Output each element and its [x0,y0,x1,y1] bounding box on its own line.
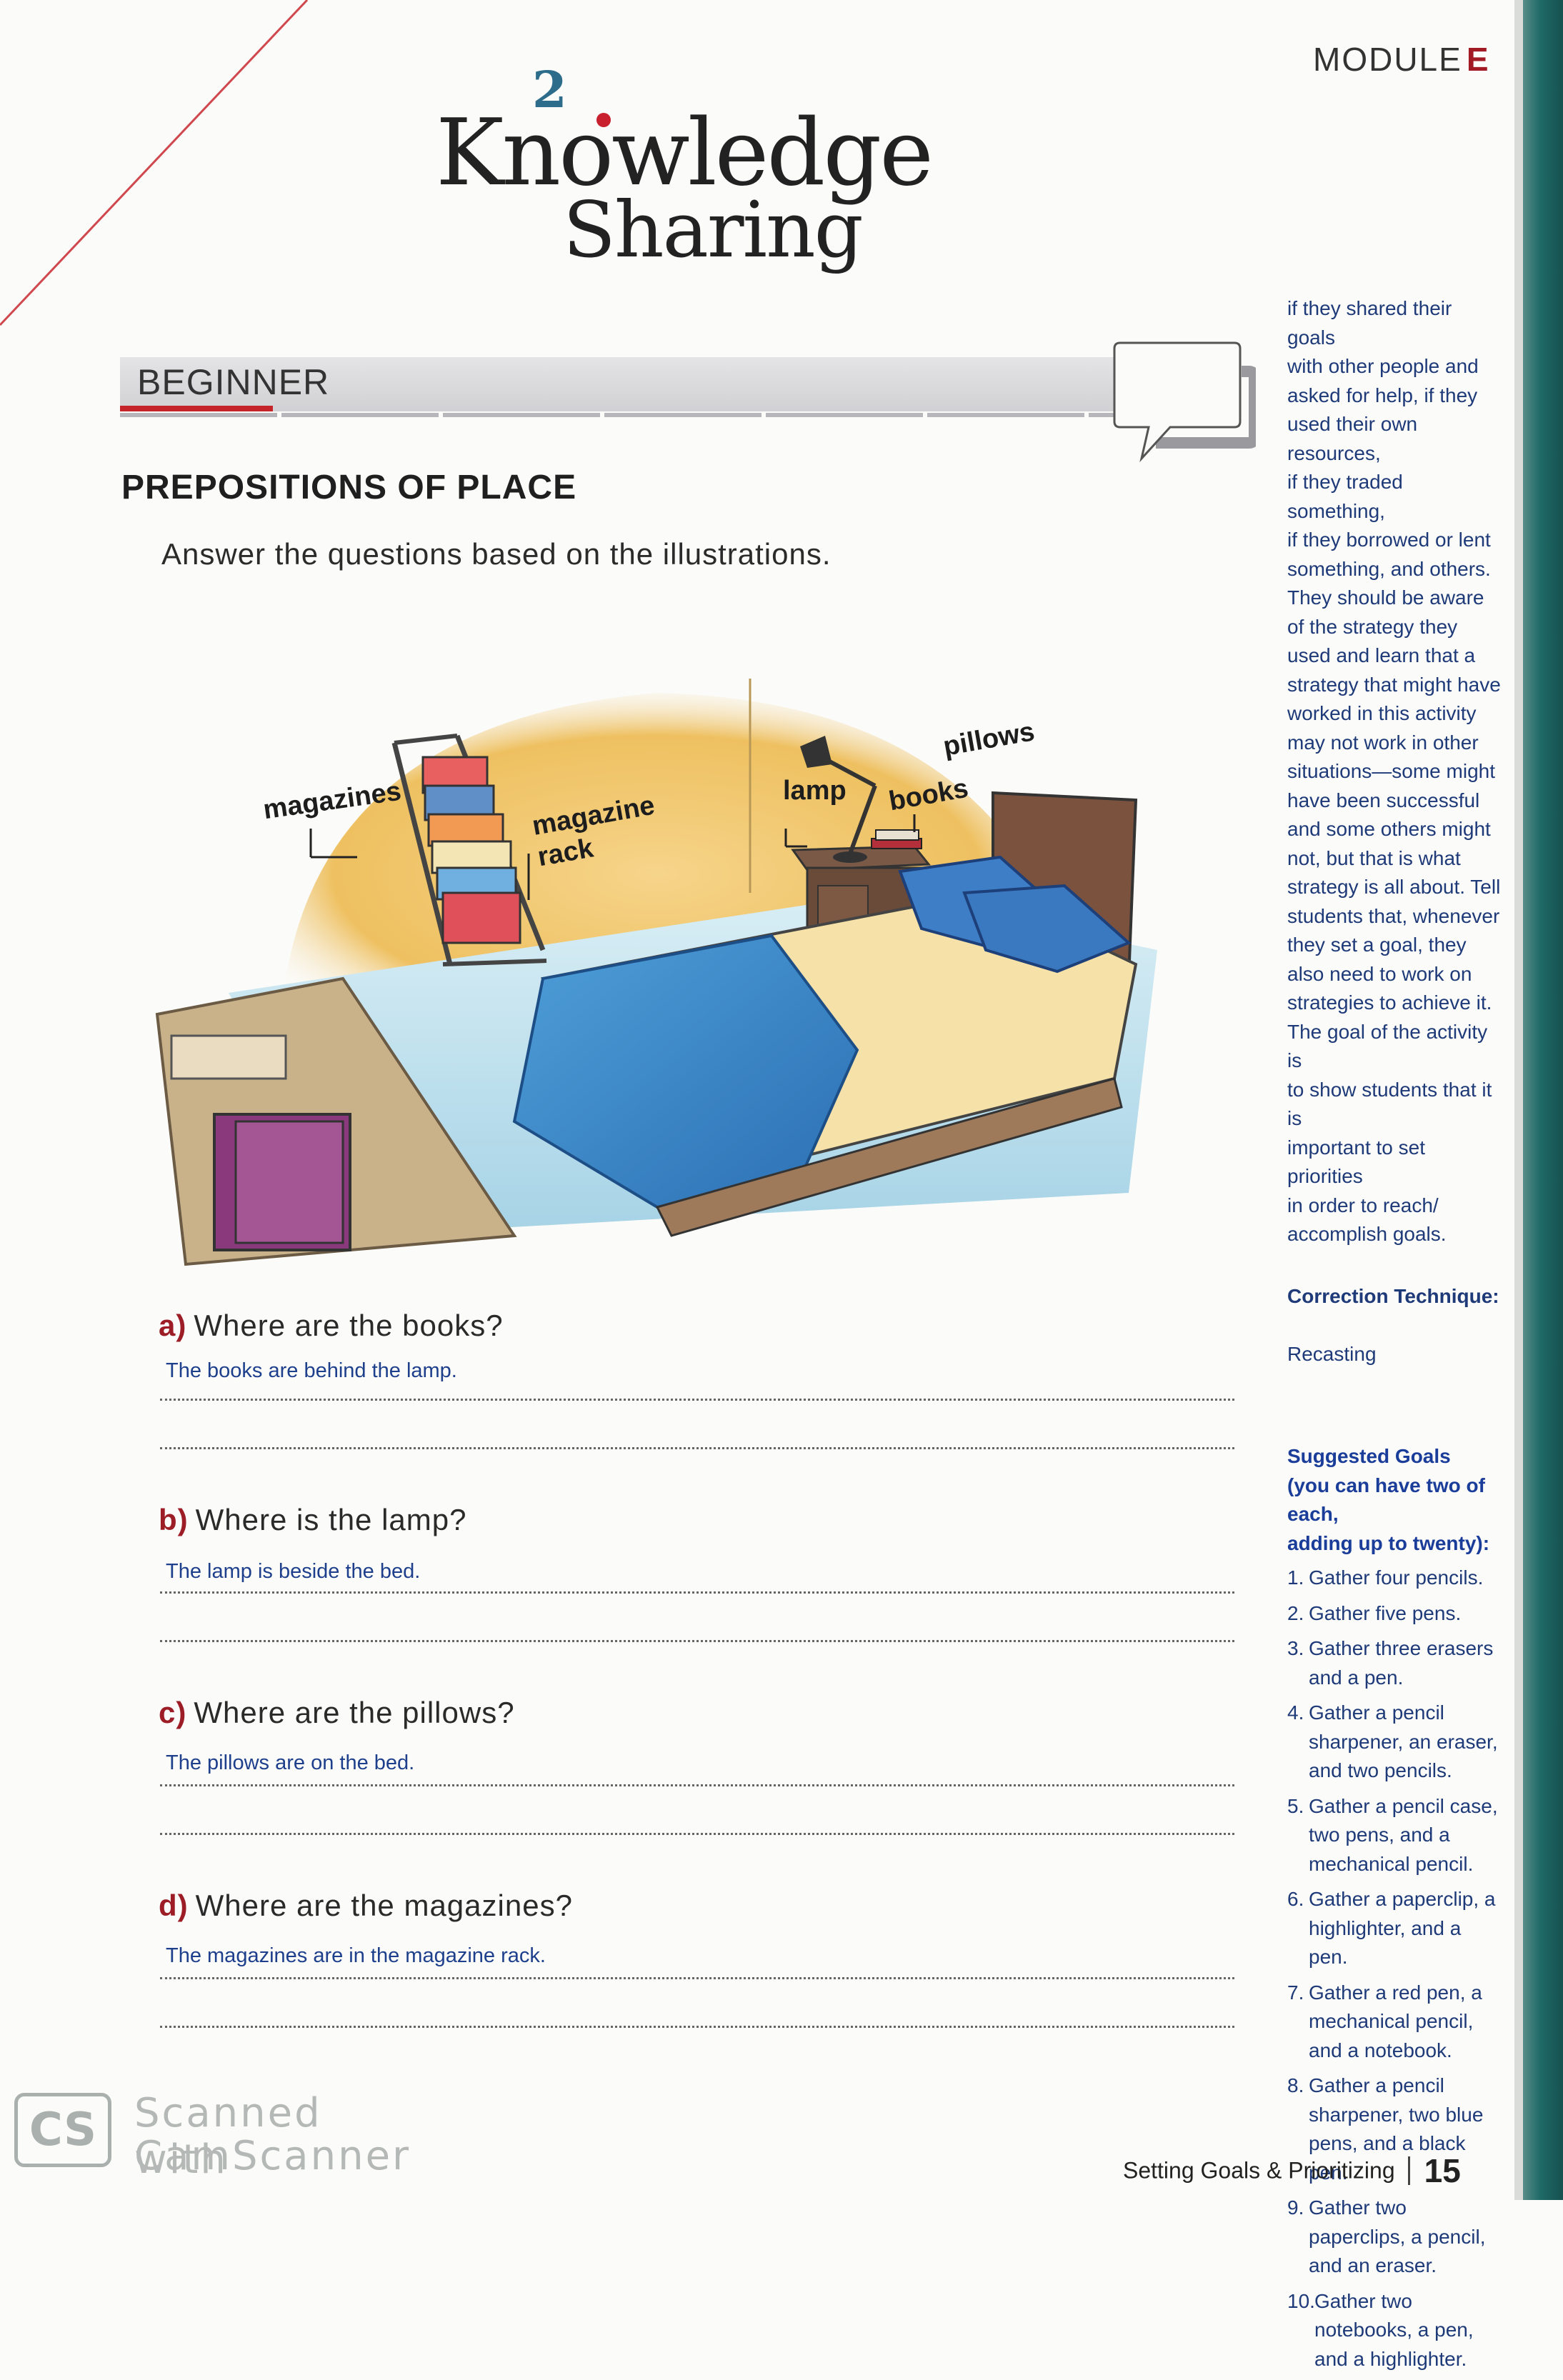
footer-divider [1407,2156,1410,2185]
page-edge-binding [1514,0,1563,2200]
question-a: a) Where are the books? [159,1309,504,1343]
question-a-letter: a) [159,1309,187,1342]
books-drawing [871,829,922,849]
label-lamp: lamp [783,776,847,806]
goal-text: Gather two notebooks, a pen, and a highl… [1314,2289,1474,2370]
suggested-goals-subheading: (you can have two of each, adding up to … [1287,1474,1490,1554]
goal-number: 2. [1287,1601,1304,1624]
goal-number: 1. [1287,1566,1304,1589]
answer-line [160,1399,1234,1401]
goal-text: Gather a paperclip, a highlighter, and a… [1309,1888,1496,1968]
suggested-goals-list: 1. Gather four pencils. 2. Gather five pen… [1287,1564,1502,2374]
goal-item: 5. Gather a pencil case, two pens, and a … [1287,1792,1502,1879]
goal-item: 9. Gather two paperclips, a pencil, and a… [1287,2194,1502,2281]
goal-text: Gather four pencils. [1309,1566,1484,1589]
correction-technique-value: Recasting [1287,1343,1377,1365]
answer-line [160,1591,1234,1594]
answer-d: The magazines are in the magazine rack. [166,1944,546,1967]
question-b-letter: b) [159,1503,189,1536]
goal-item: 2. Gather five pens. [1287,1599,1502,1629]
answer-line [160,2026,1234,2028]
page-number: 15 [1424,2152,1461,2189]
goal-item: 10. Gather two notebooks, a pen, and a hi… [1287,2287,1502,2374]
question-c-letter: c) [159,1696,187,1729]
question-d-text: Where are the magazines? [195,1889,573,1922]
goal-item: 3. Gather three erasers and a pen. [1287,1634,1502,1692]
bedroom-illustration: magazines magazine rack lamp books pillo… [143,679,1200,1286]
answer-a: The books are behind the lamp. [166,1359,457,1382]
page-footer: Setting Goals & Prioritizing 15 [1123,2151,1461,2190]
question-d: d) Where are the magazines? [159,1889,573,1923]
goal-text: Gather a pencil case, two pens, and a me… [1309,1794,1498,1875]
answer-line [160,1784,1234,1786]
goal-number: 3. [1287,1637,1304,1659]
teacher-note-paragraph: if they shared their goals with other pe… [1287,297,1501,1245]
section-title: PREPOSITIONS OF PLACE [121,469,577,506]
footer-chapter: Setting Goals & Prioritizing [1123,2157,1395,2184]
goal-text: Gather three erasers and a pen. [1309,1637,1494,1689]
logo-title-line2: Sharing [563,186,864,275]
goal-text: Gather a red pen, a mechanical pencil, a… [1309,1981,1482,2061]
answer-b: The lamp is beside the bed. [166,1560,421,1583]
goal-number: 7. [1287,1981,1304,2004]
instructions: Answer the questions based on the illust… [161,537,832,571]
answer-line [160,1833,1234,1835]
speech-bubble-icon [1113,341,1256,463]
module-label: MODULE E [1313,40,1490,79]
goal-text: Gather five pens. [1309,1601,1462,1624]
goal-text: Gather two paperclips, a pencil, and an … [1309,2196,1486,2276]
goal-item: 1. Gather four pencils. [1287,1564,1502,1593]
correction-technique: Correction Technique: Recasting [1287,1254,1502,1399]
goal-number: 5. [1287,1794,1304,1817]
question-b: b) Where is the lamp? [159,1503,466,1537]
goal-item: 6. Gather a paperclip, a highlighter, and… [1287,1885,1502,1972]
knowledge-sharing-logo: 2 Knowledge Sharing [436,60,936,300]
camscanner-watermark: CS Scanned with CamScanner [14,2090,414,2183]
goal-item: 4. Gather a pencil sharpener, an eraser, … [1287,1699,1502,1786]
question-c-text: Where are the pillows? [194,1696,515,1729]
suggested-goals-heading: Suggested Goals [1287,1445,1451,1467]
answer-line [160,1640,1234,1642]
answer-c: The pillows are on the bed. [166,1751,415,1774]
level-label: BEGINNER [137,362,330,402]
watermark-line2: CamScanner [134,2133,411,2179]
answer-line [160,1447,1234,1449]
goal-number: 4. [1287,1701,1304,1724]
page-corner-fold [0,0,309,326]
goal-number: 9. [1287,2196,1304,2219]
goal-item: 7. Gather a red pen, a mechanical pencil,… [1287,1979,1502,2066]
question-b-text: Where is the lamp? [195,1503,467,1536]
goal-text: Gather a pencil sharpener, an eraser, an… [1309,1701,1498,1781]
bedroom-scene [155,679,1157,1266]
goal-number: 10. [1287,2289,1315,2312]
level-bar-accent [120,406,273,411]
question-d-letter: d) [159,1889,189,1922]
question-c: c) Where are the pillows? [159,1696,515,1730]
module-word: MODULE [1313,41,1462,78]
answer-line [160,1977,1234,1979]
correction-technique-label: Correction Technique: [1287,1285,1499,1307]
teacher-notes-sidebar: if they shared their goals with other pe… [1287,294,1502,2380]
goal-number: 6. [1287,1888,1304,1910]
module-letter: E [1466,41,1490,78]
camscanner-logo: CS [14,2093,111,2167]
question-a-text: Where are the books? [194,1309,504,1342]
